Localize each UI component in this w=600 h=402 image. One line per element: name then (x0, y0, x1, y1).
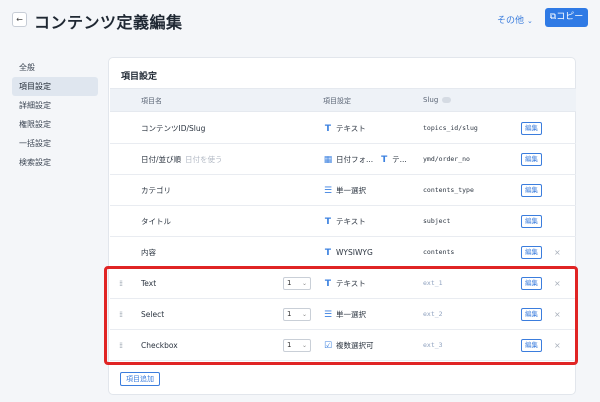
text-type-icon: T (324, 124, 332, 134)
sidebar-item-search[interactable]: 検索設定 (12, 153, 98, 172)
text-type-icon: T (381, 155, 388, 165)
table-row: 内容 T WYSIWYG contents 編集 × (110, 237, 576, 268)
slug-header-label: Slug (423, 96, 439, 104)
edit-button[interactable]: 編集 (521, 215, 542, 228)
table-row: コンテンツID/Slug T テキスト topics_id/slug 編集 (110, 113, 576, 144)
calendar-icon: ▦ (323, 155, 333, 165)
field-type-label: 単一選択 (336, 186, 366, 195)
column-header-setting: 項目設定 (323, 97, 351, 105)
field-type-label: WYSIWYG (336, 248, 373, 257)
field-type: ☰ 単一選択 (323, 175, 366, 206)
sidebar-item-permissions[interactable]: 権限設定 (12, 115, 98, 134)
table-row: カテゴリ ☰ 単一選択 contents_type 編集 (110, 175, 576, 206)
field-name-label: 日付/並び順 (141, 155, 182, 164)
field-slug: ymd/order_no (423, 155, 470, 163)
page-title: コンテンツ定義編集 (34, 13, 183, 32)
sidebar-item-advanced[interactable]: 詳細設定 (12, 96, 98, 115)
chevron-down-icon: ⌄ (527, 17, 533, 25)
panel-title: 項目設定 (121, 72, 158, 82)
field-name-placeholder: 日付を使う (185, 155, 223, 164)
copy-button-label: コピー (556, 12, 584, 22)
field-name: 内容 (141, 248, 156, 257)
arrow-left-icon: ← (16, 15, 23, 24)
field-type: ▦ 日付フォ... T テ... (323, 144, 407, 175)
field-type-label-secondary: テ... (392, 155, 407, 164)
field-type-label: テキスト (336, 124, 366, 133)
add-field-button[interactable]: 項目追加 (120, 372, 160, 386)
text-type-icon: T (324, 217, 332, 227)
field-type-label: テキスト (336, 217, 366, 226)
sidebar-item-general[interactable]: 全般 (12, 58, 98, 77)
field-type-label: 日付フォ... (336, 155, 374, 164)
table-row: 日付/並び順 日付を使う ▦ 日付フォ... T テ... ymd/order_no 編… (110, 144, 576, 175)
copy-button[interactable]: ⧉コピー (545, 8, 588, 27)
field-slug: contents (423, 248, 455, 256)
text-type-icon: T (324, 248, 332, 258)
field-name: 日付/並び順 日付を使う (141, 144, 223, 175)
table-header: 項目名 項目設定 Slug (110, 88, 576, 112)
field-slug: topics_id/slug (423, 124, 478, 132)
field-name: コンテンツID/Slug (141, 124, 206, 133)
back-button[interactable]: ← (12, 12, 27, 27)
field-type: T テキスト (323, 206, 366, 237)
edit-button[interactable]: 編集 (521, 184, 542, 197)
sidebar-item-bulk[interactable]: 一括設定 (12, 134, 98, 153)
field-name: カテゴリ (141, 186, 171, 195)
highlight-box (104, 266, 578, 365)
edit-button[interactable]: 編集 (521, 246, 542, 259)
field-slug: subject (423, 217, 451, 225)
sidebar-nav: 全般 項目設定 詳細設定 権限設定 一括設定 検索設定 (12, 58, 98, 172)
field-slug: contents_type (423, 186, 474, 194)
edit-button[interactable]: 編集 (521, 153, 542, 166)
table-row: タイトル T テキスト subject 編集 (110, 206, 576, 237)
other-menu-label: その他 (497, 16, 525, 26)
other-menu-dropdown[interactable]: その他 ⌄ (497, 13, 533, 26)
sidebar-item-fields[interactable]: 項目設定 (12, 77, 98, 96)
field-type: T テキスト (323, 113, 366, 144)
edit-button[interactable]: 編集 (521, 122, 542, 135)
help-icon[interactable] (442, 97, 452, 103)
column-header-name: 項目名 (141, 97, 162, 105)
list-icon: ☰ (323, 186, 333, 196)
delete-icon[interactable]: × (554, 237, 561, 268)
page-header: ← コンテンツ定義編集 その他 ⌄ ⧉コピー (0, 0, 600, 40)
field-type: T WYSIWYG (323, 237, 373, 268)
field-name: タイトル (141, 217, 171, 226)
column-header-slug: Slug (423, 96, 452, 104)
